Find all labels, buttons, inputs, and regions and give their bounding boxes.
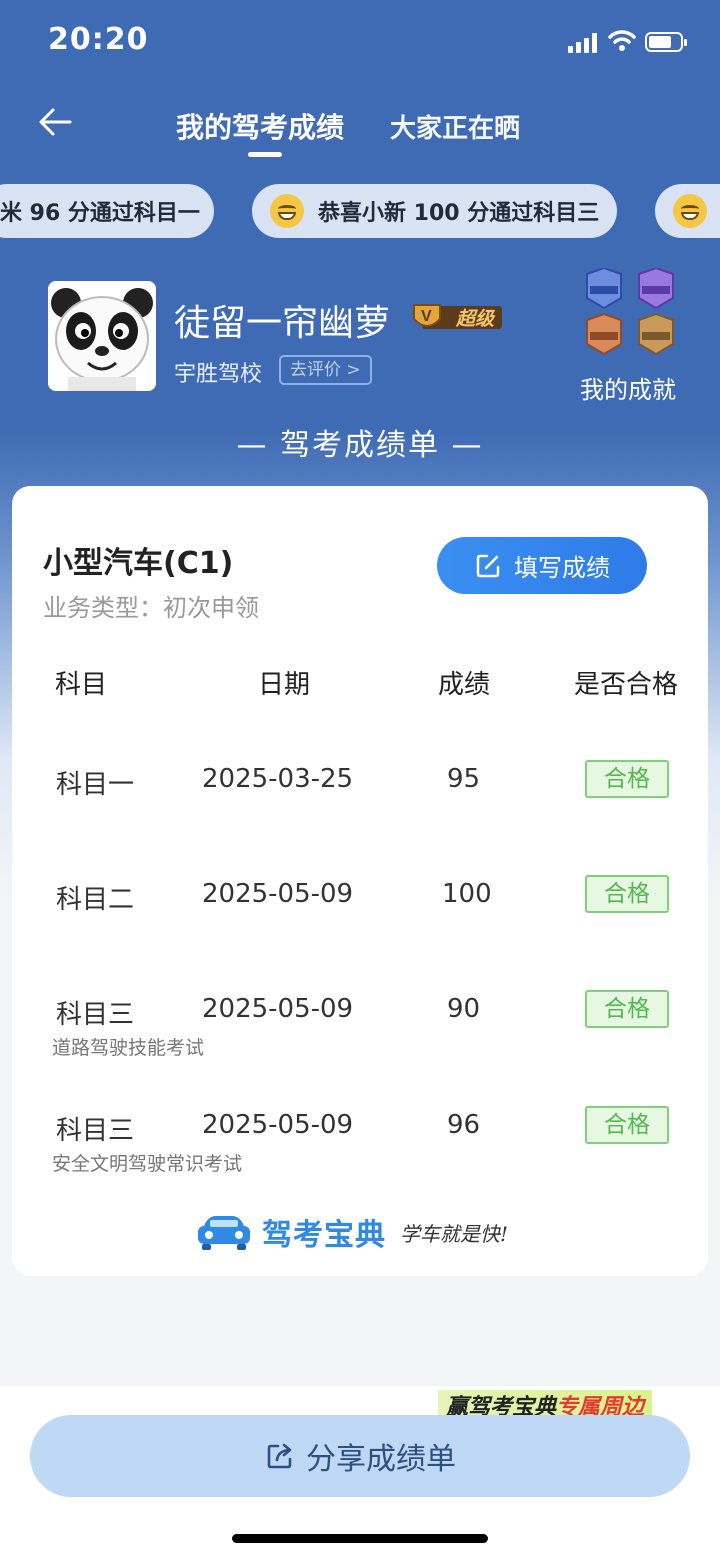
tab-everyone-sharing[interactable]: 大家正在晒 (390, 108, 520, 145)
business-type: 业务类型：初次申领 (43, 594, 259, 622)
header-date: 日期 (258, 670, 311, 700)
license-type: 小型汽车(C1) (43, 546, 234, 581)
header-subject: 科目 (55, 670, 108, 700)
tab-underline (248, 152, 282, 157)
pass-badge: 合格 (585, 990, 669, 1028)
edit-icon (476, 554, 500, 577)
row-date: 2025-05-09 (202, 1110, 354, 1140)
back-arrow-icon[interactable] (36, 105, 76, 139)
row-subject: 科目三 (56, 1000, 135, 1030)
fill-scores-button[interactable]: 填写成绩 (437, 537, 647, 594)
share-label: 分享成绩单 (306, 1442, 456, 1477)
row-note: 安全文明驾驶常识考试 (52, 1153, 243, 1175)
brand-slogan: 学车就是快! (400, 1221, 509, 1246)
row-note: 道路驾驶技能考试 (52, 1037, 205, 1059)
wifi-icon (608, 30, 636, 51)
row-date: 2025-05-09 (202, 879, 354, 909)
status-time: 20:20 (48, 22, 149, 57)
svg-text:V: V (421, 308, 432, 325)
row-score: 90 (447, 994, 481, 1024)
row-date: 2025-05-09 (202, 994, 354, 1024)
share-icon (267, 1443, 292, 1469)
ticker-item (655, 184, 720, 238)
ticker-text: 米 96 分通过科目一 (0, 201, 200, 226)
my-achievements-label[interactable]: 我的成就 (580, 370, 676, 405)
pass-badge: 合格 (585, 875, 669, 913)
header-score: 成绩 (438, 670, 491, 700)
share-scores-button[interactable]: 分享成绩单 (30, 1415, 690, 1497)
grin-emoji-icon (673, 194, 707, 228)
car-logo-icon (198, 1216, 250, 1250)
vip-label: 超级 (456, 308, 495, 330)
brand-logo: 驾考宝典 学车就是快! (196, 1212, 509, 1253)
fill-scores-label: 填写成绩 (514, 554, 610, 582)
ticker-item: 恭喜小新 100 分通过科目三 (252, 184, 617, 238)
ticker-item: 米 96 分通过科目一 (0, 184, 214, 238)
panda-avatar-icon (48, 281, 156, 391)
avatar[interactable] (48, 281, 156, 391)
pass-badge: 合格 (585, 760, 669, 798)
ticker-text: 恭喜小新 100 分通过科目三 (318, 201, 600, 226)
row-date: 2025-03-25 (202, 764, 354, 794)
row-score: 96 (447, 1110, 481, 1140)
sheet-title: — 驾考成绩单 — (236, 428, 484, 463)
brand-name: 驾考宝典 (262, 1218, 386, 1253)
home-indicator (232, 1534, 488, 1543)
username: 徒留一帘幽萝 (174, 303, 391, 344)
vip-badge[interactable]: V 超级 (412, 301, 504, 333)
grin-emoji-icon (270, 194, 304, 228)
row-subject: 科目二 (56, 885, 135, 915)
row-score: 100 (442, 879, 492, 909)
pass-badge: 合格 (585, 1106, 669, 1144)
rate-school-button[interactable]: 去评价 > (279, 355, 372, 385)
header-passed: 是否合格 (574, 670, 679, 700)
row-subject: 科目三 (56, 1116, 135, 1146)
achievement-badges-icon[interactable] (584, 268, 686, 360)
battery-icon (645, 32, 687, 52)
row-score: 95 (447, 764, 481, 794)
driving-school-name: 宇胜驾校 (174, 362, 263, 387)
row-subject: 科目一 (56, 770, 135, 800)
tab-my-scores[interactable]: 我的驾考成绩 (176, 106, 344, 146)
signal-icon (568, 33, 600, 53)
